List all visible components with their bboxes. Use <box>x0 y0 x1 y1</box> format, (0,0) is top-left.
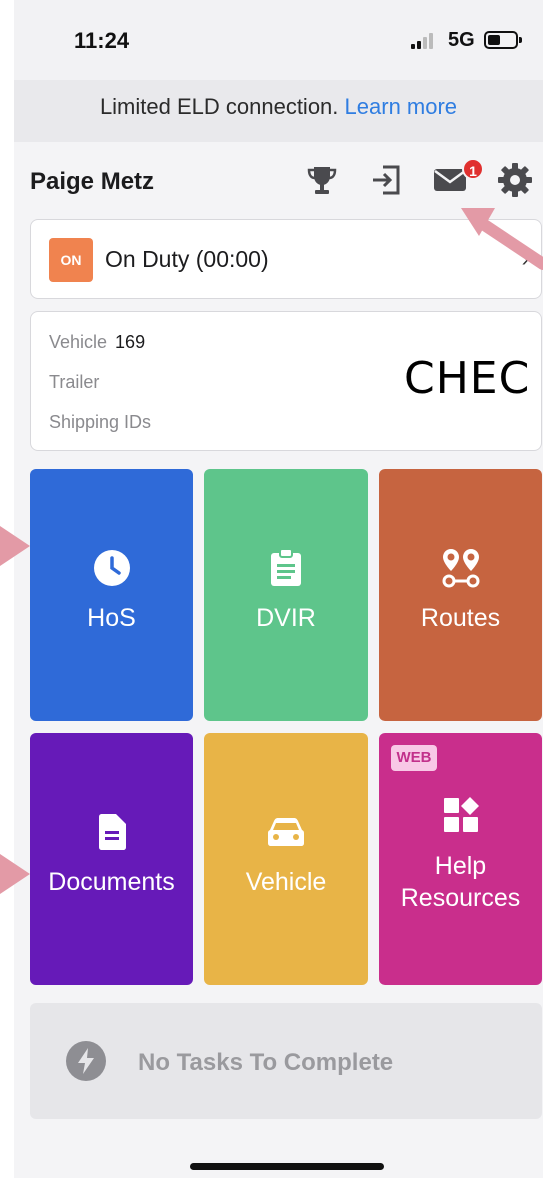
routes-label: Routes <box>420 604 501 632</box>
document-icon <box>97 813 127 856</box>
trailer-label: Trailer <box>49 372 100 392</box>
signal-icon <box>411 33 439 49</box>
learn-more-link[interactable]: Learn more <box>345 94 458 119</box>
help-resources-tile[interactable]: WEB Help Resources <box>379 733 542 985</box>
web-tag: WEB <box>391 745 437 771</box>
dvir-label: DVIR <box>256 604 316 632</box>
tasks-panel: No Tasks To Complete <box>30 1003 542 1119</box>
hos-label: HoS <box>87 604 136 632</box>
documents-tile[interactable]: Documents <box>30 733 193 985</box>
annotation-arrow-hos <box>0 526 30 566</box>
phone-screen: 11:24 5G Limited ELD connection. Learn m… <box>14 0 543 1178</box>
network-type: 5G <box>448 29 475 51</box>
eld-banner: Limited ELD connection. Learn more <box>14 80 543 142</box>
shapes-icon <box>443 797 479 838</box>
annotation-arrow-mail <box>461 208 543 270</box>
help-label-line2: Resources <box>400 884 521 912</box>
home-indicator[interactable] <box>190 1163 384 1170</box>
hos-tile[interactable]: HoS <box>30 469 193 721</box>
battery-icon <box>484 31 522 49</box>
tasks-empty-text: No Tasks To Complete <box>138 1049 394 1076</box>
shipping-ids-label: Shipping IDs <box>49 412 152 432</box>
route-pins-icon <box>441 547 481 594</box>
logout-icon[interactable] <box>366 160 406 200</box>
duty-status-label: On Duty (00:00) <box>105 246 269 272</box>
lightning-icon <box>66 1041 106 1081</box>
overlay-annotation-text: CHEC <box>404 353 531 404</box>
duty-status-pill: ON <box>49 238 93 282</box>
driver-name: Paige Metz <box>30 168 155 195</box>
status-time: 11:24 <box>74 28 130 53</box>
vehicle-value: 169 <box>115 332 146 352</box>
vehicle-label: Vehicle <box>245 868 327 896</box>
routes-tile[interactable]: Routes <box>379 469 542 721</box>
trophy-icon[interactable] <box>302 160 342 200</box>
car-icon <box>267 817 305 854</box>
dvir-tile[interactable]: DVIR <box>204 469 368 721</box>
vehicle-tile[interactable]: Vehicle <box>204 733 368 985</box>
vehicle-row: Vehicle 169 <box>49 332 145 353</box>
clock-icon <box>93 549 131 592</box>
documents-label: Documents <box>48 868 175 896</box>
annotation-arrow-documents <box>0 854 30 894</box>
gear-icon[interactable] <box>495 160 535 200</box>
status-bar: 11:24 5G <box>14 0 543 80</box>
vehicle-label: Vehicle <box>49 332 108 352</box>
eld-banner-text: Limited ELD connection. <box>99 94 339 119</box>
clipboard-icon <box>270 548 302 592</box>
help-label-line1: Help <box>434 852 487 880</box>
messages-badge: 1 <box>462 158 484 180</box>
